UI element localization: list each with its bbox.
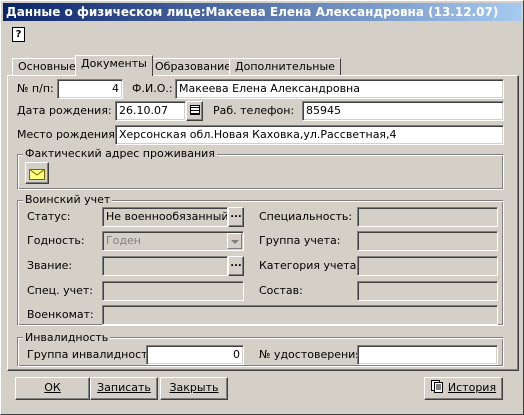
specialty-field[interactable]	[357, 207, 498, 227]
fitness-combo[interactable]: Годен	[102, 231, 244, 251]
chevron-down-icon[interactable]	[227, 233, 242, 249]
work-phone-label: Раб. телефон:	[213, 104, 295, 117]
history-icon	[430, 380, 443, 393]
fio-field[interactable]: Макеева Елена Александровна	[175, 79, 504, 99]
special-field[interactable]	[102, 281, 244, 301]
envelope-icon	[29, 169, 45, 180]
num-label: № п/п:	[17, 82, 54, 95]
rank-select-button[interactable]: ...	[228, 256, 244, 276]
birthdate-field[interactable]: 26.10.07	[115, 101, 186, 121]
specialty-label: Специальность:	[259, 210, 353, 223]
tab-additional[interactable]: Дополнительные	[229, 58, 341, 76]
calendar-icon	[189, 105, 200, 115]
fio-label: Ф.И.О.:	[132, 82, 173, 95]
special-label: Спец. учет:	[27, 284, 94, 297]
work-phone-field[interactable]: 85945	[302, 101, 504, 121]
composition-field[interactable]	[357, 281, 498, 301]
commissariat-field[interactable]	[102, 305, 498, 325]
num-field[interactable]: 4	[57, 79, 123, 99]
birthdate-label: Дата рождения:	[17, 104, 112, 117]
birthplace-label: Место рождения:	[17, 128, 119, 141]
close-button[interactable]: Закрыть	[160, 377, 228, 400]
birthplace-field[interactable]: Херсонская обл.Новая Каховка,ул.Рассветн…	[115, 125, 504, 145]
commissariat-label: Военкомат:	[27, 308, 94, 321]
dialog-window: Данные о физическом лице:Макеева Елена А…	[0, 0, 524, 415]
help-icon[interactable]: ?	[12, 27, 25, 42]
address-group-title: Фактический адрес проживания	[23, 147, 217, 161]
military-group-title: Воинский учет	[23, 193, 113, 207]
disability-group-title: Инвалидность	[23, 331, 111, 345]
window-title: Данные о физическом лице:Макеева Елена А…	[3, 3, 521, 21]
rank-label: Звание:	[27, 259, 73, 272]
account-category-label: Категория учета:	[259, 259, 361, 272]
disability-group-field[interactable]: 0	[146, 345, 244, 365]
account-category-field[interactable]	[357, 256, 498, 276]
tab-documents[interactable]: Документы	[75, 55, 153, 76]
fitness-label: Годность:	[27, 234, 85, 247]
fitness-value: Годен	[106, 234, 142, 247]
composition-label: Состав:	[259, 284, 303, 297]
ok-button[interactable]: ОК	[15, 377, 90, 400]
status-select-button[interactable]: ...	[228, 207, 244, 227]
certificate-label: № удостоверения:	[259, 348, 366, 361]
address-button[interactable]	[25, 162, 49, 184]
calendar-button[interactable]	[186, 101, 203, 121]
account-group-field[interactable]	[357, 231, 498, 251]
account-group-label: Группа учета:	[259, 234, 341, 247]
disability-group-label: Группа инвалидности:	[27, 348, 159, 361]
tab-main[interactable]: Основные	[12, 58, 82, 76]
history-button[interactable]: История	[424, 377, 503, 400]
save-button[interactable]: Записать	[90, 377, 158, 400]
status-field[interactable]: Не военнообязанный	[102, 207, 228, 227]
tab-education[interactable]: Образование	[149, 58, 238, 76]
status-label: Статус:	[27, 210, 71, 223]
rank-field[interactable]	[102, 256, 228, 276]
certificate-field[interactable]	[357, 345, 498, 365]
